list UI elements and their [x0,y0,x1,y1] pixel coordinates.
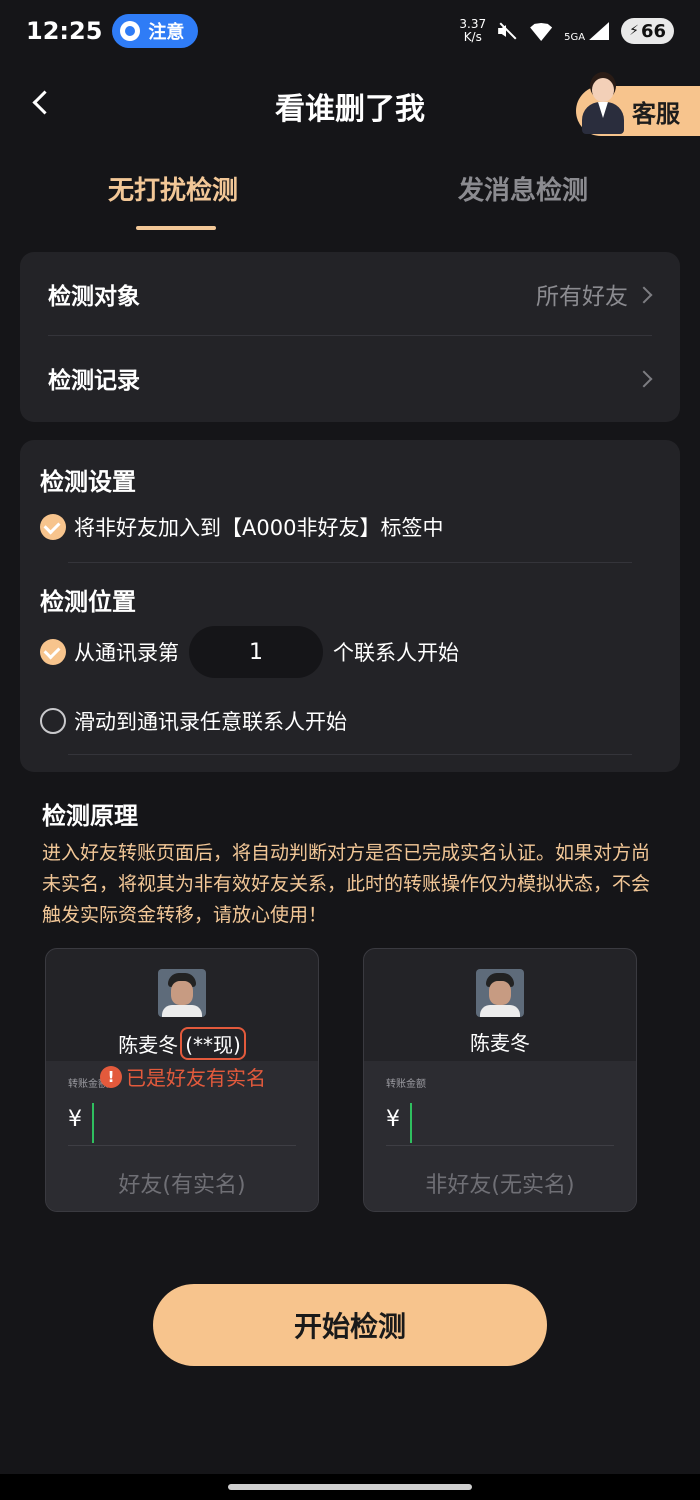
checked-icon [40,514,66,540]
divider [68,562,632,563]
battery-indicator: ⚡ 66 [621,18,674,44]
attention-badge-label: 注意 [148,22,185,43]
text-cursor [92,1103,94,1143]
status-bar: 12:25 注意 3.37 K/s 5GA ⚡ 66 [0,0,700,62]
warning-text: 已是好友有实名 [126,1066,266,1090]
option-start-from-index[interactable]: 从通讯录第 1 个联系人开始 [40,626,459,678]
status-icons: 3.37 K/s 5GA ⚡ 66 [459,18,674,44]
option-add-tag-label: 将非好友加入到【A000非好友】标签中 [74,516,444,540]
attention-badge[interactable]: 注意 [112,14,199,48]
net-speed: 3.37 K/s [459,18,486,44]
customer-service-avatar [574,74,630,136]
status-time: 12:25 [26,17,103,45]
option-add-tag[interactable]: 将非好友加入到【A000非好友】标签中 [40,512,443,542]
header: 看谁删了我 客服 [0,72,700,136]
currency-symbol: ¥ [386,1107,400,1132]
detection-target-row[interactable]: 检测对象 所有好友 [48,252,652,336]
demo-caption-friend: 好友(有实名) [118,1173,246,1198]
tab-message-detection[interactable]: 发消息检测 [458,170,588,207]
demo-card-non-friend: 陈麦冬 转账金额 ¥ 非好友(无实名) [363,948,637,1212]
divider [68,754,632,755]
start-index-input[interactable]: 1 [189,626,323,678]
option-scroll-label: 滑动到通讯录任意联系人开始 [74,710,347,734]
tab-bar: 无打扰检测 发消息检测 [0,170,700,234]
net-speed-unit: K/s [463,30,482,44]
target-card: 检测对象 所有好友 检测记录 [20,252,680,422]
charging-icon: ⚡ [629,23,639,39]
unchecked-radio-icon [40,708,66,734]
avatar [476,969,524,1017]
divider [386,1145,614,1146]
detection-target-value: 所有好友 [536,283,628,310]
settings-card: 检测设置 将非好友加入到【A000非好友】标签中 检测位置 从通讯录第 1 个联… [20,440,680,772]
signal-label: 5GA [564,32,586,43]
tab-no-disturb-detection[interactable]: 无打扰检测 [108,170,238,207]
position-title: 检测位置 [40,588,136,616]
option-from-suffix: 个联系人开始 [333,641,459,665]
detection-target-label: 检测对象 [48,283,140,310]
friend-verified-warning: ! 已是好友有实名 [100,1062,266,1091]
mute-icon [496,20,518,42]
compass-icon [120,21,141,41]
chevron-right-icon [638,287,652,301]
battery-level: 66 [640,20,666,42]
currency-symbol: ¥ [68,1107,82,1132]
customer-service-label: 客服 [632,99,680,128]
masked-real-name: (**现) [180,1027,246,1060]
transfer-amount-label: 转账金额 [386,1079,426,1090]
option-from-prefix: 从通讯录第 [74,641,179,665]
option-scroll-start[interactable]: 滑动到通讯录任意联系人开始 [40,706,347,736]
demo-contact-name: 陈麦冬 (**现) [46,1027,318,1060]
tab-indicator [136,226,216,230]
alert-icon: ! [100,1065,122,1088]
transfer-panel: 转账金额 ¥ 非好友(无实名) [364,1061,636,1211]
avatar [158,969,206,1017]
customer-service-button[interactable]: 客服 [576,78,700,136]
detection-record-label: 检测记录 [48,368,140,394]
settings-title: 检测设置 [40,468,136,496]
demo-contact-name: 陈麦冬 [470,1031,530,1055]
principle-text: 进入好友转账页面后，将自动判断对方是否已完成实名认证。如果对方尚未实名，将视其为… [42,842,651,926]
detection-record-row[interactable]: 检测记录 [48,336,652,420]
start-detection-button[interactable]: 开始检测 [153,1284,547,1366]
checked-icon [40,639,66,665]
wifi-icon [528,20,554,42]
contact-name: 陈麦冬 [118,1033,179,1057]
principle-title: 检测原理 [42,802,138,830]
divider [68,1145,296,1146]
home-indicator[interactable] [228,1484,472,1490]
demo-caption-non-friend: 非好友(无实名) [425,1173,575,1198]
text-cursor [410,1103,412,1143]
signal-icon [587,20,611,42]
chevron-right-icon [638,371,652,385]
